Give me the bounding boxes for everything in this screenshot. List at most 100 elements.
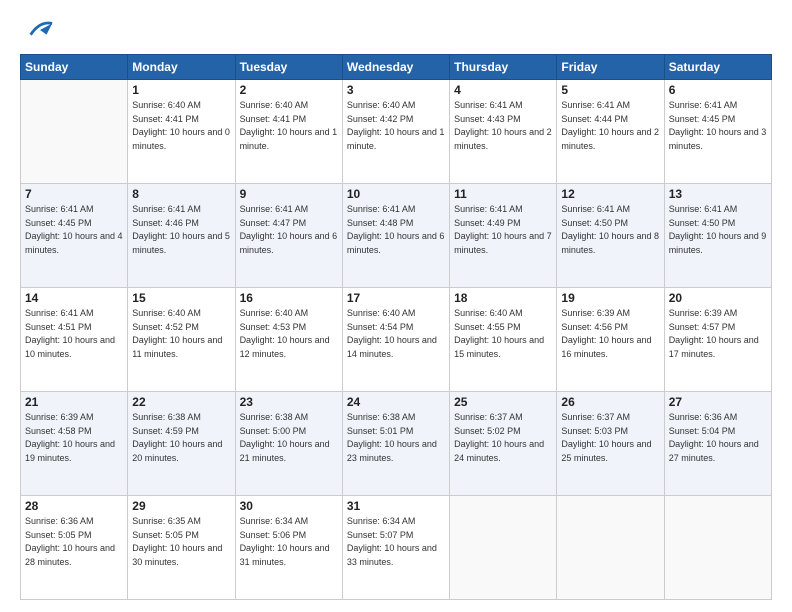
calendar-week-row: 14 Sunrise: 6:41 AMSunset: 4:51 PMDayligh… [21,288,772,392]
calendar-day-cell: 3 Sunrise: 6:40 AMSunset: 4:42 PMDaylight… [342,80,449,184]
calendar-day-cell: 17 Sunrise: 6:40 AMSunset: 4:54 PMDayligh… [342,288,449,392]
day-info: Sunrise: 6:39 AMSunset: 4:58 PMDaylight:… [25,411,123,465]
calendar-page: SundayMondayTuesdayWednesdayThursdayFrid… [0,0,792,612]
calendar-day-cell: 22Sunrise: 6:38 AMSunset: 4:59 PMDayligh… [128,392,235,496]
day-number: 24 [347,395,445,409]
calendar-day-cell: 13 Sunrise: 6:41 AMSunset: 4:50 PMDayligh… [664,184,771,288]
day-info: Sunrise: 6:39 AMSunset: 4:56 PMDaylight:… [561,307,659,361]
logo [20,16,54,44]
header [20,16,772,44]
day-info: Sunrise: 6:36 AMSunset: 5:04 PMDaylight:… [669,411,767,465]
day-info: Sunrise: 6:41 AMSunset: 4:50 PMDaylight:… [669,203,767,257]
day-info: Sunrise: 6:38 AMSunset: 5:01 PMDaylight:… [347,411,445,465]
calendar-day-cell: 26Sunrise: 6:37 AMSunset: 5:03 PMDayligh… [557,392,664,496]
day-info: Sunrise: 6:41 AMSunset: 4:44 PMDaylight:… [561,99,659,153]
calendar-table: SundayMondayTuesdayWednesdayThursdayFrid… [20,54,772,600]
day-number: 5 [561,83,659,97]
weekday-header-saturday: Saturday [664,55,771,80]
day-number: 6 [669,83,767,97]
calendar-week-row: 21 Sunrise: 6:39 AMSunset: 4:58 PMDayligh… [21,392,772,496]
day-info: Sunrise: 6:41 AMSunset: 4:50 PMDaylight:… [561,203,659,257]
day-info: Sunrise: 6:41 AMSunset: 4:43 PMDaylight:… [454,99,552,153]
calendar-day-cell [664,496,771,600]
calendar-day-cell: 30Sunrise: 6:34 AMSunset: 5:06 PMDayligh… [235,496,342,600]
calendar-day-cell [21,80,128,184]
calendar-day-cell: 15 Sunrise: 6:40 AMSunset: 4:52 PMDayligh… [128,288,235,392]
weekday-header-sunday: Sunday [21,55,128,80]
day-number: 9 [240,187,338,201]
calendar-day-cell: 9 Sunrise: 6:41 AMSunset: 4:47 PMDaylight… [235,184,342,288]
calendar-day-cell: 25 Sunrise: 6:37 AMSunset: 5:02 PMDayligh… [450,392,557,496]
calendar-day-cell: 7 Sunrise: 6:41 AMSunset: 4:45 PMDaylight… [21,184,128,288]
day-number: 18 [454,291,552,305]
day-number: 10 [347,187,445,201]
day-info: Sunrise: 6:41 AMSunset: 4:46 PMDaylight:… [132,203,230,257]
calendar-week-row: 7 Sunrise: 6:41 AMSunset: 4:45 PMDaylight… [21,184,772,288]
day-number: 15 [132,291,230,305]
calendar-day-cell: 19 Sunrise: 6:39 AMSunset: 4:56 PMDayligh… [557,288,664,392]
logo-icon [26,16,54,44]
day-number: 20 [669,291,767,305]
weekday-header-wednesday: Wednesday [342,55,449,80]
day-number: 16 [240,291,338,305]
day-number: 17 [347,291,445,305]
day-info: Sunrise: 6:41 AMSunset: 4:49 PMDaylight:… [454,203,552,257]
day-number: 3 [347,83,445,97]
calendar-day-cell: 16 Sunrise: 6:40 AMSunset: 4:53 PMDayligh… [235,288,342,392]
calendar-day-cell [450,496,557,600]
day-number: 27 [669,395,767,409]
day-info: Sunrise: 6:34 AMSunset: 5:07 PMDaylight:… [347,515,445,569]
day-info: Sunrise: 6:41 AMSunset: 4:47 PMDaylight:… [240,203,338,257]
day-number: 22 [132,395,230,409]
weekday-header-friday: Friday [557,55,664,80]
calendar-day-cell: 24 Sunrise: 6:38 AMSunset: 5:01 PMDayligh… [342,392,449,496]
day-info: Sunrise: 6:40 AMSunset: 4:41 PMDaylight:… [240,99,338,153]
day-number: 2 [240,83,338,97]
calendar-day-cell: 6Sunrise: 6:41 AMSunset: 4:45 PMDaylight… [664,80,771,184]
day-info: Sunrise: 6:37 AMSunset: 5:02 PMDaylight:… [454,411,552,465]
day-info: Sunrise: 6:40 AMSunset: 4:42 PMDaylight:… [347,99,445,153]
day-info: Sunrise: 6:36 AMSunset: 5:05 PMDaylight:… [25,515,123,569]
day-number: 28 [25,499,123,513]
day-info: Sunrise: 6:35 AMSunset: 5:05 PMDaylight:… [132,515,230,569]
day-number: 13 [669,187,767,201]
calendar-day-cell: 23Sunrise: 6:38 AMSunset: 5:00 PMDayligh… [235,392,342,496]
calendar-week-row: 1Sunrise: 6:40 AMSunset: 4:41 PMDaylight… [21,80,772,184]
day-number: 14 [25,291,123,305]
calendar-day-cell: 2 Sunrise: 6:40 AMSunset: 4:41 PMDaylight… [235,80,342,184]
weekday-header-tuesday: Tuesday [235,55,342,80]
day-number: 21 [25,395,123,409]
day-number: 7 [25,187,123,201]
day-info: Sunrise: 6:40 AMSunset: 4:53 PMDaylight:… [240,307,338,361]
day-number: 12 [561,187,659,201]
calendar-day-cell: 20 Sunrise: 6:39 AMSunset: 4:57 PMDayligh… [664,288,771,392]
day-number: 31 [347,499,445,513]
day-info: Sunrise: 6:34 AMSunset: 5:06 PMDaylight:… [240,515,338,569]
calendar-day-cell: 12 Sunrise: 6:41 AMSunset: 4:50 PMDayligh… [557,184,664,288]
day-number: 26 [561,395,659,409]
calendar-day-cell: 10 Sunrise: 6:41 AMSunset: 4:48 PMDayligh… [342,184,449,288]
day-info: Sunrise: 6:38 AMSunset: 5:00 PMDaylight:… [240,411,338,465]
day-info: Sunrise: 6:40 AMSunset: 4:52 PMDaylight:… [132,307,230,361]
calendar-day-cell: 27 Sunrise: 6:36 AMSunset: 5:04 PMDayligh… [664,392,771,496]
calendar-day-cell: 14 Sunrise: 6:41 AMSunset: 4:51 PMDayligh… [21,288,128,392]
calendar-day-cell: 11Sunrise: 6:41 AMSunset: 4:49 PMDayligh… [450,184,557,288]
calendar-day-cell: 5 Sunrise: 6:41 AMSunset: 4:44 PMDaylight… [557,80,664,184]
day-info: Sunrise: 6:40 AMSunset: 4:41 PMDaylight:… [132,99,230,153]
day-info: Sunrise: 6:41 AMSunset: 4:48 PMDaylight:… [347,203,445,257]
day-info: Sunrise: 6:39 AMSunset: 4:57 PMDaylight:… [669,307,767,361]
calendar-week-row: 28 Sunrise: 6:36 AMSunset: 5:05 PMDayligh… [21,496,772,600]
calendar-day-cell: 29 Sunrise: 6:35 AMSunset: 5:05 PMDayligh… [128,496,235,600]
day-info: Sunrise: 6:40 AMSunset: 4:54 PMDaylight:… [347,307,445,361]
day-info: Sunrise: 6:41 AMSunset: 4:45 PMDaylight:… [25,203,123,257]
day-info: Sunrise: 6:40 AMSunset: 4:55 PMDaylight:… [454,307,552,361]
day-number: 8 [132,187,230,201]
calendar-day-cell: 4Sunrise: 6:41 AMSunset: 4:43 PMDaylight… [450,80,557,184]
day-number: 25 [454,395,552,409]
day-info: Sunrise: 6:41 AMSunset: 4:51 PMDaylight:… [25,307,123,361]
weekday-header-thursday: Thursday [450,55,557,80]
calendar-day-cell: 31 Sunrise: 6:34 AMSunset: 5:07 PMDayligh… [342,496,449,600]
day-number: 19 [561,291,659,305]
weekday-header-row: SundayMondayTuesdayWednesdayThursdayFrid… [21,55,772,80]
day-number: 29 [132,499,230,513]
